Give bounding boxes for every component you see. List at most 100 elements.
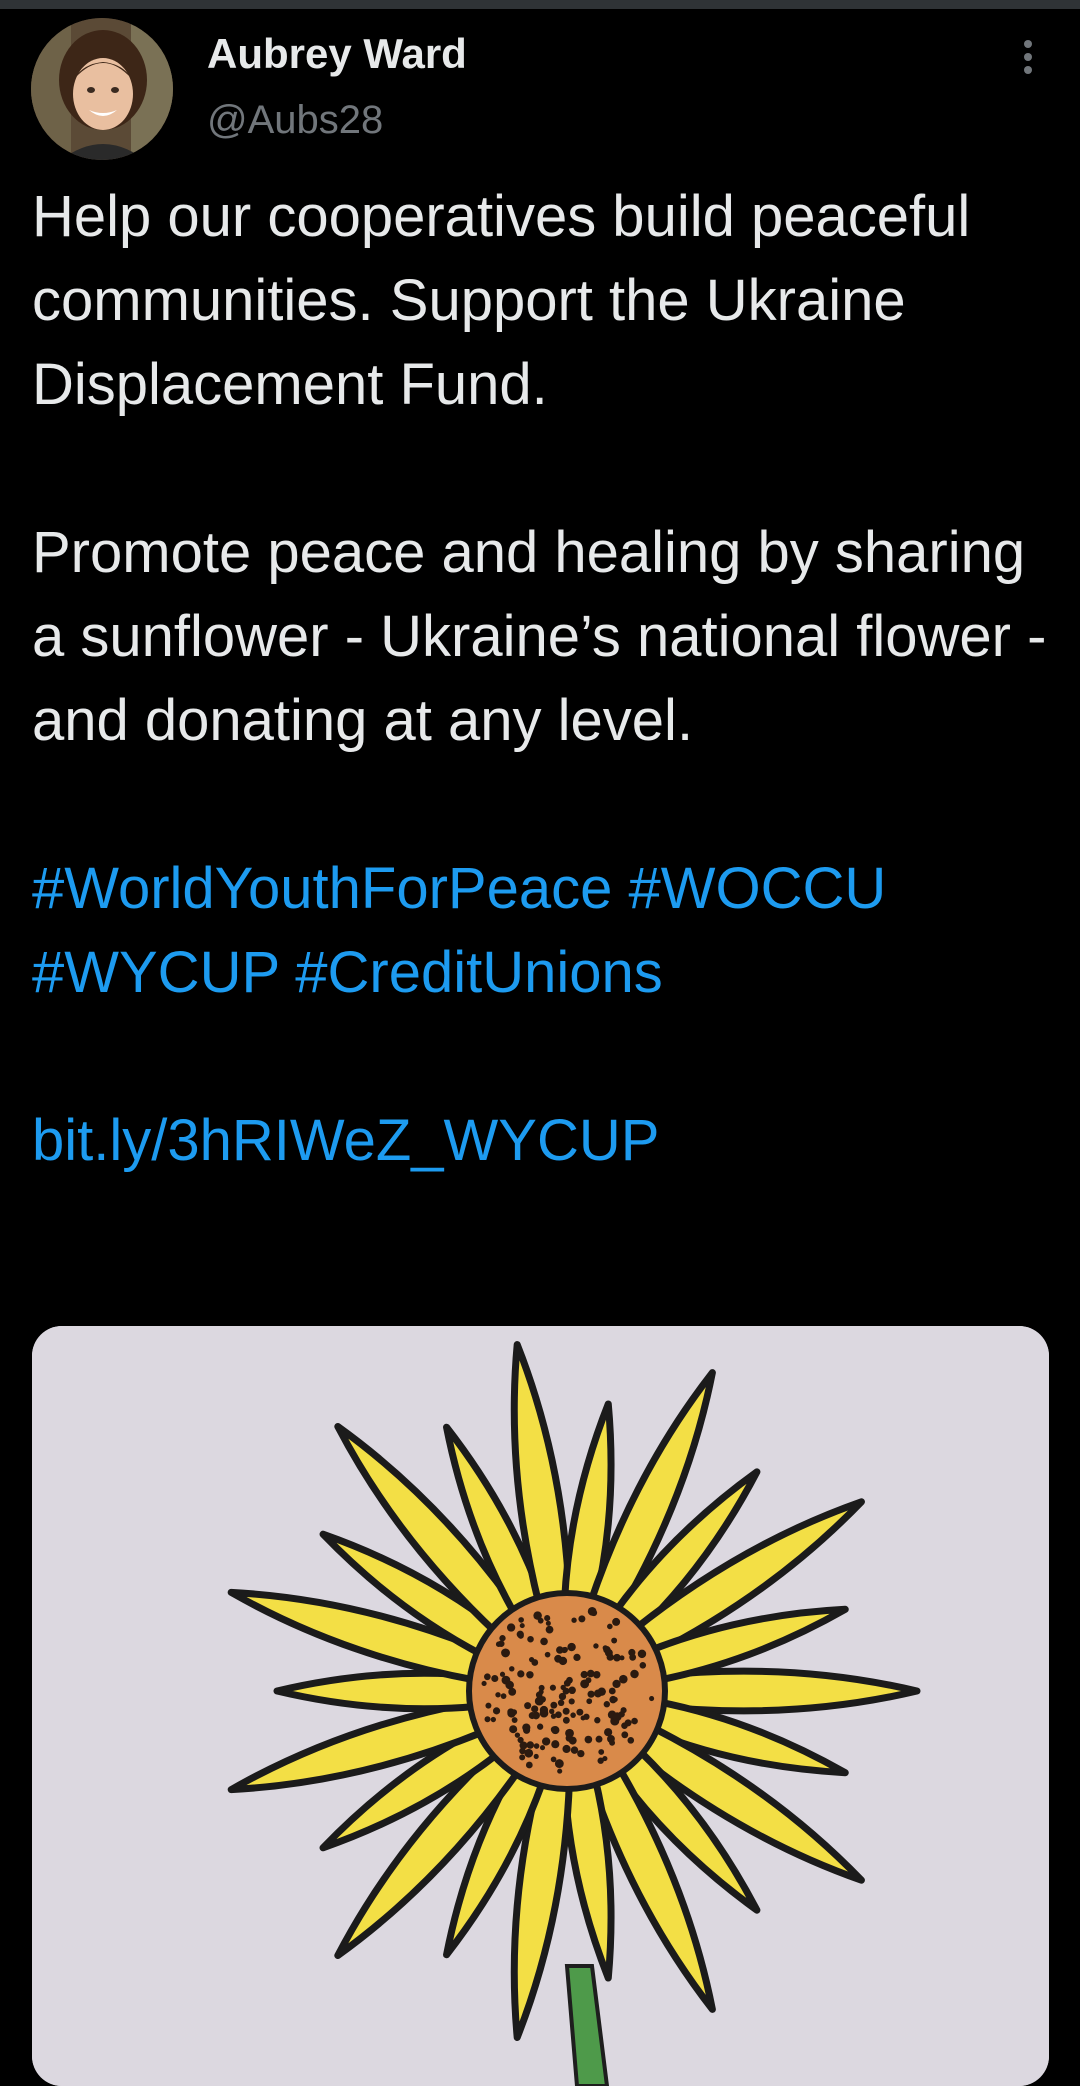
- sunflower-seed: [557, 1699, 565, 1707]
- sunflower-seed: [597, 1757, 604, 1764]
- sunflower-seed: [585, 1677, 592, 1684]
- sunflower-seed: [517, 1632, 524, 1639]
- sunflower-seed: [556, 1646, 564, 1654]
- tweet-paragraph-1: Help our cooperatives build peaceful com…: [32, 184, 971, 417]
- sunflower-seed: [524, 1702, 532, 1710]
- sunflower-seed: [602, 1645, 609, 1651]
- sunflower-seed: [509, 1725, 518, 1734]
- sunflower-seed: [619, 1655, 625, 1661]
- sunflower-seed: [514, 1732, 521, 1738]
- tweet-link[interactable]: bit.ly/3hRIWeZ_WYCUP: [32, 1108, 659, 1173]
- sunflower-seed: [505, 1680, 514, 1690]
- author-display-name[interactable]: Aubrey Ward: [207, 26, 467, 82]
- sunflower-seed: [490, 1716, 496, 1723]
- sunflower-seed: [522, 1723, 531, 1732]
- sunflower-seed: [519, 1623, 525, 1629]
- sunflower-seed: [524, 1748, 534, 1758]
- more-vertical-icon: [1024, 40, 1032, 48]
- sunflower-seed: [519, 1754, 526, 1761]
- sunflower-seed: [526, 1741, 535, 1749]
- sunflower-seed: [607, 1623, 613, 1630]
- sunflower-seed: [562, 1716, 570, 1724]
- sunflower-seed: [649, 1696, 655, 1702]
- sunflower-seed: [595, 1735, 603, 1743]
- sunflower-seed: [539, 1696, 546, 1703]
- sunflower-seed: [562, 1707, 570, 1715]
- sunflower-seed: [593, 1670, 601, 1679]
- sunflower-seed: [587, 1606, 597, 1616]
- hashtag-creditunions[interactable]: #CreditUnions: [295, 940, 663, 1005]
- sunflower-seed: [580, 1670, 588, 1679]
- sunflower-seed: [606, 1653, 614, 1661]
- sunflower-seed: [500, 1693, 507, 1699]
- sunflower-seed: [631, 1717, 638, 1725]
- sunflower-seed: [562, 1744, 571, 1754]
- sunflower-seed: [550, 1713, 557, 1719]
- tweet-media-image[interactable]: [32, 1326, 1049, 2086]
- author-handle[interactable]: @Aubs28: [207, 94, 383, 146]
- more-options-button[interactable]: [1010, 34, 1046, 80]
- sunflower-seed: [554, 1759, 564, 1768]
- sunflower-seed: [531, 1705, 539, 1713]
- tweet-paragraph-2: Promote peace and healing by sharing a s…: [32, 520, 1047, 753]
- sunflower-seed: [539, 1745, 546, 1751]
- sunflower-seed: [612, 1712, 622, 1722]
- sunflower-seed: [551, 1740, 560, 1749]
- hashtag-woccu[interactable]: #WOCCU: [629, 856, 887, 921]
- sunflower-seed: [531, 1659, 539, 1666]
- sunflower-seed: [507, 1708, 515, 1716]
- tweet-link-line: bit.ly/3hRIWeZ_WYCUP: [32, 1099, 1048, 1183]
- sunflower-seed: [545, 1625, 554, 1634]
- sunflower-seed: [576, 1708, 584, 1716]
- sunflower-seed: [533, 1714, 539, 1720]
- author-avatar[interactable]: [31, 18, 173, 160]
- hashtag-worldyouthforpeace[interactable]: #WorldYouthForPeace: [32, 856, 612, 921]
- sunflower-seed: [544, 1651, 551, 1658]
- sunflower-seed: [578, 1615, 586, 1623]
- sunflower-seed: [565, 1728, 574, 1738]
- sunflower-seed: [593, 1689, 602, 1698]
- top-divider: [0, 0, 1080, 9]
- sunflower-seed: [583, 1713, 590, 1720]
- sunflower-seed: [557, 1768, 563, 1774]
- sunflower-seed: [568, 1686, 576, 1695]
- sunflower-seed: [621, 1722, 628, 1729]
- sunflower-seed: [612, 1617, 621, 1626]
- sunflower-seed: [568, 1698, 575, 1705]
- sunflower-seed: [566, 1676, 573, 1684]
- sunflower-seed: [587, 1690, 595, 1698]
- sunflower-seed: [481, 1680, 487, 1687]
- tweet-hashtags: #WorldYouthForPeace #WOCCU #WYCUP #Credi…: [32, 847, 1048, 1015]
- sunflower-seed: [612, 1696, 618, 1703]
- sunflower-seed: [621, 1731, 629, 1739]
- sunflower-seed: [584, 1735, 593, 1744]
- sunflower-seed: [598, 1749, 605, 1755]
- hashtag-wycup[interactable]: #WYCUP: [32, 940, 279, 1005]
- sunflower-seed: [542, 1737, 551, 1746]
- sunflower-seed: [630, 1669, 639, 1679]
- sunflower-seed: [491, 1674, 499, 1683]
- sunflower-seed: [612, 1679, 621, 1689]
- sunflower-seed: [629, 1653, 637, 1661]
- sunflower-seed: [586, 1698, 593, 1705]
- sunflower-seed: [518, 1617, 524, 1623]
- sunflower-seed: [567, 1642, 576, 1652]
- sunflower-seed: [506, 1623, 516, 1632]
- sunflower-seed: [639, 1662, 647, 1669]
- sunflower-seed: [549, 1708, 555, 1714]
- sunflower-seed: [637, 1649, 647, 1659]
- sunflower-seed: [549, 1684, 556, 1691]
- more-vertical-icon-dot: [1024, 53, 1032, 61]
- sunflower-seed: [545, 1620, 551, 1626]
- sunflower-seed: [558, 1656, 568, 1666]
- sunflower-seed: [509, 1666, 515, 1672]
- sunflower-seed: [560, 1684, 566, 1691]
- sunflower-seed: [594, 1717, 601, 1724]
- sunflower-seed: [570, 1746, 579, 1754]
- tweet-text: Help our cooperatives build peaceful com…: [32, 175, 1048, 1183]
- more-vertical-icon-dot: [1024, 66, 1032, 74]
- sunflower-seed: [499, 1635, 506, 1642]
- sunflower-seed: [593, 1643, 599, 1649]
